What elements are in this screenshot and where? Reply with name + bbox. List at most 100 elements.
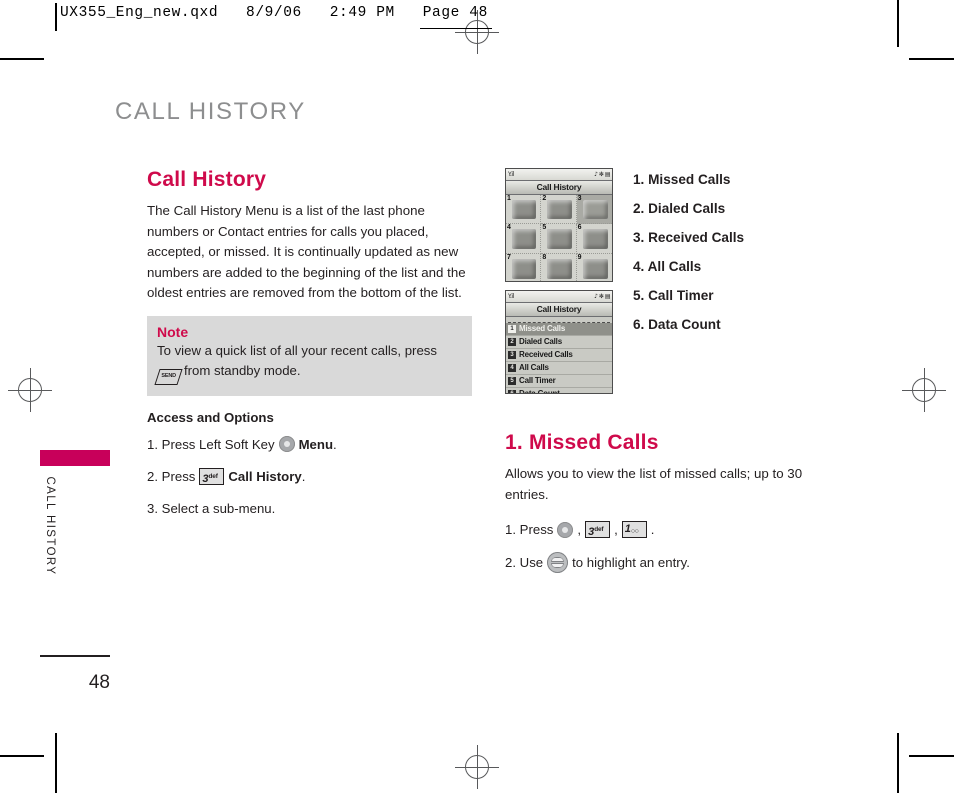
menu-grid-cell-art-icon [547, 229, 572, 249]
page-number: 48 [88, 672, 110, 693]
phone-menu-list: 1 Missed Calls 2 Dialed Calls 3 Received Ca… [506, 323, 612, 394]
phone-menu-row-label: All Calls [519, 363, 549, 372]
missed-calls-step-2-text-after: to highlight an entry. [572, 555, 690, 571]
crop-mark-top-right-vertical [897, 0, 899, 47]
menu-item-list: 1. Missed Calls 2. Dialed Calls 3. Recei… [633, 172, 744, 346]
menu-grid-cell-index: 4 [507, 224, 511, 232]
phone-menu-row: 6 Data Count [506, 388, 612, 394]
missed-calls-body: Allows you to view the list of missed ca… [505, 466, 803, 502]
menu-grid-cell: 4 [506, 224, 542, 254]
menu-list-item-received-calls: 3. Received Calls [633, 230, 745, 245]
soft-key-icon [557, 521, 574, 538]
crop-mark-top-left-horizontal [0, 58, 44, 60]
menu-grid-cell-index: 5 [542, 224, 547, 232]
send-key-icon: SEND [154, 368, 183, 385]
phone-menu-row: 2 Dialed Calls [506, 336, 612, 349]
phone-menu-grid: 1 2 3 4 5 6 7 8 9 [506, 195, 612, 281]
key-1-voicemail-glyph: ○○ [630, 528, 639, 536]
access-step-1: 1. Press Left Soft Key Menu. [147, 435, 472, 454]
phone-menu-row-label: Received Calls [519, 350, 573, 359]
missed-calls-step-2: 2. Use to highlight an entry. [505, 552, 855, 574]
menu-grid-cell-art-icon [512, 200, 537, 220]
access-step-2-period: . [301, 468, 306, 484]
key-1-voicemail-icon: 1○○ [621, 521, 647, 539]
menu-grid-cell-art-icon [582, 200, 608, 220]
phone-menu-row: 3 Received Calls [506, 349, 612, 362]
phone-status-bar: Y.il ♪ ✻ ▤ [506, 169, 612, 181]
missed-calls-step-1-number: 1. [505, 522, 516, 538]
phone-menu-row-selected: 1 Missed Calls [506, 323, 612, 336]
signal-icon: Y.il [508, 171, 514, 178]
note-text-before: To view a quick list of all your recent … [157, 343, 437, 359]
menu-grid-cell-art-icon [512, 229, 537, 249]
menu-grid-cell-art-icon [582, 229, 608, 249]
menu-grid-cell-art-icon [547, 200, 572, 220]
crop-mark-bottom-left-horizontal [0, 755, 44, 757]
key-3-letters: def [208, 473, 218, 481]
access-step-2-number: 2. [147, 468, 158, 484]
menu-grid-cell: 2 [541, 195, 577, 225]
phone-menu-row-label: Data Count [519, 389, 560, 394]
key-3-def-icon: 3def [199, 468, 225, 486]
crop-mark-bottom-left-vertical [55, 733, 57, 793]
missed-calls-step-2-text-before: Use [519, 555, 544, 571]
phone-menu-row-number: 1 [508, 325, 516, 333]
nav-key-icon [547, 552, 569, 574]
menu-list-item-all-calls: 4. All Calls [633, 259, 702, 274]
menu-grid-cell: 1 [506, 195, 542, 225]
status-indicator-icons: ♪ ✻ ▤ [594, 293, 610, 300]
soft-key-icon [278, 436, 295, 453]
phone-menu-row-number: 5 [508, 377, 516, 385]
status-indicator-icons: ♪ ✻ ▤ [594, 171, 610, 178]
phone-menu-row-number: 3 [508, 351, 516, 359]
registration-mark-right [902, 368, 946, 412]
phone-status-bar: Y.il ♪ ✻ ▤ [506, 291, 612, 303]
menu-grid-cell: 8 [541, 253, 577, 281]
menu-grid-cell: 6 [576, 224, 612, 254]
menu-list-item-dialed-calls: 2. Dialed Calls [633, 201, 726, 216]
menu-grid-cell-index: 2 [542, 195, 547, 202]
registration-mark-bottom [455, 745, 499, 789]
menu-list-item-missed-calls: 1. Missed Calls [633, 172, 731, 187]
menu-list-item-data-count: 6. Data Count [633, 317, 721, 332]
missed-calls-step-1-period: . [650, 522, 655, 538]
phone-menu-row: 5 Call Timer [506, 375, 612, 388]
note-text-after: from standby mode. [184, 362, 301, 378]
crop-mark-top-right-horizontal [909, 58, 954, 60]
key-3-def-icon: 3def [585, 521, 611, 539]
crop-mark-bottom-right-vertical [897, 733, 899, 793]
menu-grid-cell-art-icon [547, 258, 572, 279]
menu-grid-cell-selected: 3 [576, 195, 612, 225]
menu-grid-cell-art-icon [582, 258, 608, 279]
phone-screen-title: Call History [506, 303, 612, 317]
access-step-1-number: 1. [147, 436, 158, 452]
intro-paragraph: The Call History Menu is a list of the l… [147, 203, 466, 301]
registration-mark-left [8, 368, 52, 412]
section-heading-missed-calls: 1. Missed Calls [505, 431, 659, 454]
slug-line: UX355_Eng_new.qxd 8/9/06 2:49 PM Page 48 [60, 5, 488, 21]
phone-menu-row-number: 2 [508, 338, 516, 346]
menu-grid-cell-index: 3 [577, 195, 582, 202]
phone-menu-row-label: Missed Calls [519, 324, 566, 333]
access-step-1-period: . [333, 436, 337, 452]
menu-list-item-call-timer: 5. Call Timer [633, 288, 714, 303]
menu-grid-cell-index: 8 [542, 253, 547, 261]
access-step-2-text: Press [161, 468, 196, 484]
access-step-1-text: Press Left Soft Key [161, 436, 275, 452]
signal-icon: Y.il [508, 293, 514, 300]
phone-screenshot-grid: Y.il ♪ ✻ ▤ Call History 1 2 3 4 5 6 7 8 … [505, 168, 613, 282]
folio-rule [40, 655, 110, 657]
access-step-3: 3. Select a sub-menu. [147, 499, 472, 518]
access-step-1-bold: Menu [298, 436, 333, 452]
menu-grid-cell: 7 [506, 253, 542, 281]
missed-calls-step-1-text: Press [519, 522, 554, 538]
phone-menu-row: 4 All Calls [506, 362, 612, 375]
page-title: CALL HISTORY [115, 98, 306, 125]
slug-underline [420, 28, 492, 29]
note-box: Note To view a quick list of all your re… [147, 316, 472, 396]
missed-calls-step-1: 1. Press, 3def, 1○○. [505, 520, 855, 539]
phone-screen-title: Call History [506, 181, 612, 195]
crop-mark-bottom-right-horizontal [909, 755, 954, 757]
note-title: Note [157, 324, 189, 341]
key-3-letters: def [594, 526, 604, 534]
